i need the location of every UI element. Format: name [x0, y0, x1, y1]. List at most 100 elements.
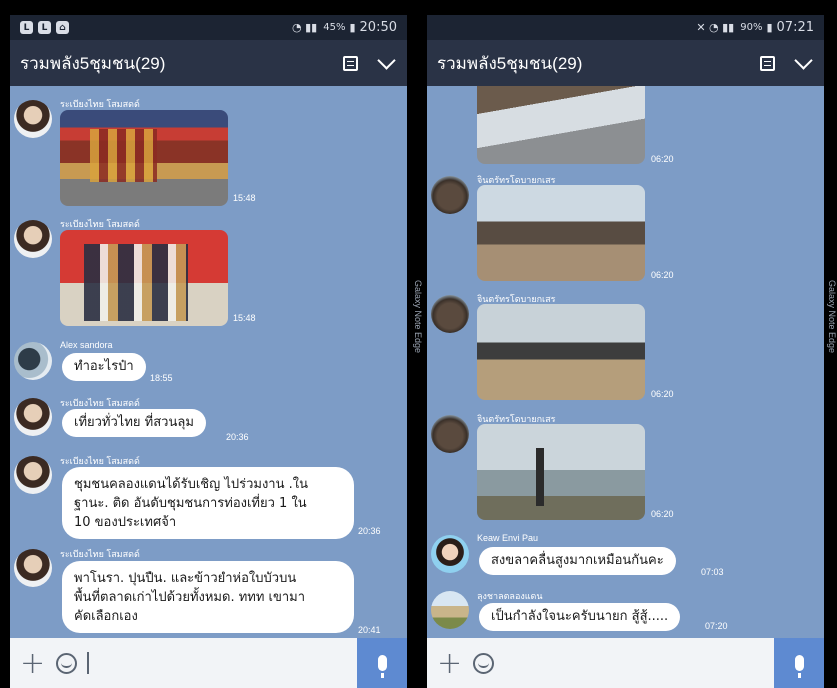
message-text: Keaw Envi Pau สงขลาคลื่นสูงมากเหมือนกันค…	[427, 533, 824, 585]
avatar[interactable]	[431, 295, 469, 333]
avatar[interactable]	[431, 591, 469, 629]
photo-storm-beach[interactable]	[477, 424, 645, 520]
message-time: 07:20	[705, 621, 728, 631]
status-bar: L L ⌂ ◔ ▮▮ 45% ▮ 20:50	[10, 15, 407, 40]
note-icon[interactable]	[343, 55, 358, 71]
sender-name: Keaw Envi Pau	[477, 533, 539, 543]
avatar[interactable]	[431, 176, 469, 214]
avatar[interactable]	[14, 342, 52, 380]
chevron-down-icon[interactable]	[794, 50, 813, 70]
message-text: Alex sandora ทำอะไรป๋า 18:55	[10, 340, 407, 388]
photo-waves-seawall[interactable]	[477, 86, 645, 164]
microphone-button[interactable]	[357, 638, 407, 688]
message-time: 07:03	[701, 567, 724, 577]
message-bubble[interactable]: เที่ยวทั่วไทย ที่สวนลุม	[62, 409, 206, 437]
message-text: ระเบียงไทย โสมสดด์ ชุมชนคลองแดนได้รับเชิ…	[10, 454, 407, 544]
message-photo: 06:20	[427, 86, 824, 168]
app-notification-icon: L	[20, 21, 33, 34]
device-edge-label: Galaxy Note Edge	[827, 280, 837, 354]
message-text: ทำอะไรป๋า	[74, 359, 134, 374]
message-photo: จินตรัทรโดบายกเสร 06:20	[427, 411, 824, 531]
message-text: ลุงชาลตลองแดน เป็นกำลังใจนะครับนายก สู้ส…	[427, 589, 824, 638]
chat-title: รวมพลัง5ชุมชน(29)	[437, 53, 583, 73]
sender-name: ระเบียงไทย โสมสดด์	[60, 219, 140, 229]
avatar[interactable]	[14, 398, 52, 436]
status-bar: ✕ ◔ ▮▮ 90% ▮ 07:21	[427, 15, 824, 40]
home-notification-icon: ⌂	[56, 21, 69, 34]
avatar[interactable]	[431, 535, 469, 573]
sender-name: ระเบียงไทย โสมสดด์	[60, 398, 140, 408]
message-time: 06:20	[651, 509, 674, 519]
sender-name: Alex sandora	[60, 340, 113, 350]
message-time: 15:48	[233, 313, 256, 323]
message-text: ระเบียงไทย โสมสดด์ พาโนรา. ปุนปืน. และข้…	[10, 547, 407, 638]
input-bar: +	[427, 638, 824, 688]
message-photo: ระเบียงไทย โสมสดด์ 15:48	[10, 216, 407, 334]
right-phone-screen: ✕ ◔ ▮▮ 90% ▮ 07:21 รวมพลัง5ชุมชน(29) 06:…	[427, 15, 824, 688]
message-text: เที่ยวทั่วไทย ที่สวนลุม	[74, 415, 194, 430]
emoji-icon[interactable]	[473, 652, 494, 674]
emoji-icon[interactable]	[56, 652, 77, 674]
message-time: 20:36	[226, 432, 249, 442]
sender-name: ระเบียงไทย โสมสดด์	[60, 99, 140, 109]
message-input[interactable]	[87, 652, 89, 674]
app-notification-icon: L	[38, 21, 51, 34]
left-phone-screen: L L ⌂ ◔ ▮▮ 45% ▮ 20:50 รวมพลัง5ชุมชน(29) ร…	[10, 15, 407, 688]
message-bubble[interactable]: ชุมชนคลองแดนได้รับเชิญ ไปร่วมงาน .ใน ฐาน…	[62, 467, 354, 539]
message-time: 06:20	[651, 154, 674, 164]
avatar[interactable]	[431, 415, 469, 453]
chat-history[interactable]: 06:20 จินตรัทรโดบายกเสร 06:20 จินตรัทรโด…	[427, 86, 824, 638]
message-photo: ระเบียงไทย โสมสดด์ 15:48	[10, 96, 407, 216]
avatar[interactable]	[14, 220, 52, 258]
photo-thai-dancers[interactable]	[60, 110, 228, 206]
sender-name: ระเบียงไทย โสมสดด์	[60, 549, 140, 559]
battery-percent: 45%	[323, 22, 346, 33]
message-time: 06:20	[651, 270, 674, 280]
input-bar: +	[10, 638, 407, 688]
chat-header: รวมพลัง5ชุมชน(29)	[10, 40, 407, 86]
sender-name: ระเบียงไทย โสมสดด์	[60, 456, 140, 466]
microphone-icon	[794, 655, 804, 678]
battery-percent: 90%	[740, 22, 763, 33]
message-text: สงขลาคลื่นสูงมากเหมือนกันคะ	[491, 553, 664, 568]
device-edge-label: Galaxy Note Edge	[413, 280, 423, 354]
chat-header: รวมพลัง5ชุมชน(29)	[427, 40, 824, 86]
microphone-icon	[377, 655, 387, 678]
message-photo: จินตรัทรโดบายกเสร 06:20	[427, 172, 824, 292]
message-photo: จินตรัทรโดบายกเสร 06:20	[427, 291, 824, 411]
message-bubble[interactable]: พาโนรา. ปุนปืน. และข้าวยำห่อใบบัวบน พื้น…	[62, 561, 354, 633]
clock: 07:21	[776, 20, 814, 35]
message-time: 20:41	[358, 625, 381, 635]
photo-collapsed-house[interactable]	[477, 304, 645, 400]
message-text: ระเบียงไทย โสมสดด์ เที่ยวทั่วไทย ที่สวนล…	[10, 396, 407, 444]
wifi-signal-icon: ◔ ▮▮	[292, 21, 318, 34]
chat-title: รวมพลัง5ชุมชน(29)	[20, 53, 166, 73]
message-bubble[interactable]: สงขลาคลื่นสูงมากเหมือนกันคะ	[479, 547, 676, 575]
clock: 20:50	[359, 20, 397, 35]
photo-damaged-houses[interactable]	[477, 185, 645, 281]
plus-icon[interactable]: +	[20, 646, 48, 681]
message-text: พาโนรา. ปุนปืน. และข้าวยำห่อใบบัวบน พื้น…	[74, 571, 306, 624]
avatar[interactable]	[14, 549, 52, 587]
photo-group-people[interactable]	[60, 230, 228, 326]
message-text: เป็นกำลังใจนะครับนายก สู้สู้.....	[491, 609, 669, 624]
message-input[interactable]	[494, 648, 774, 678]
chevron-down-icon[interactable]	[377, 50, 396, 70]
wifi-signal-icon: ✕ ◔ ▮▮	[696, 21, 735, 34]
chat-history[interactable]: ระเบียงไทย โสมสดด์ 15:48 ระเบียงไทย โสมส…	[10, 86, 407, 638]
battery-icon: ▮	[349, 21, 356, 34]
message-time: 15:48	[233, 193, 256, 203]
avatar[interactable]	[14, 100, 52, 138]
message-time: 20:36	[358, 526, 381, 536]
message-time: 18:55	[150, 373, 173, 383]
note-icon[interactable]	[760, 55, 775, 71]
plus-icon[interactable]: +	[437, 646, 465, 681]
message-time: 06:20	[651, 389, 674, 399]
battery-icon: ▮	[766, 21, 773, 34]
message-bubble[interactable]: เป็นกำลังใจนะครับนายก สู้สู้.....	[479, 603, 681, 631]
message-bubble[interactable]: ทำอะไรป๋า	[62, 353, 146, 381]
message-text: ชุมชนคลองแดนได้รับเชิญ ไปร่วมงาน .ใน ฐาน…	[74, 477, 308, 530]
microphone-button[interactable]	[774, 638, 824, 688]
avatar[interactable]	[14, 456, 52, 494]
sender-name: ลุงชาลตลองแดน	[477, 591, 543, 601]
